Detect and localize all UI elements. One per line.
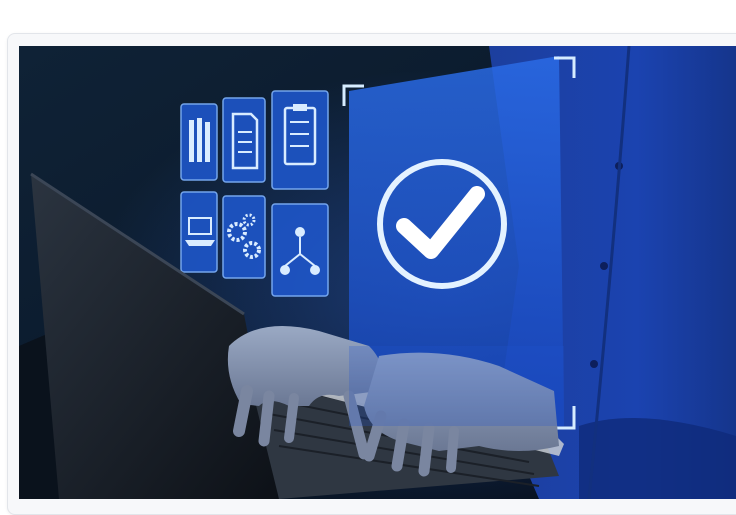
hero-illustration bbox=[19, 46, 736, 499]
gears-icon bbox=[222, 195, 266, 279]
books-icon bbox=[180, 103, 218, 181]
hero-photo bbox=[19, 46, 736, 499]
laptop-icon bbox=[180, 191, 218, 273]
document-icon bbox=[222, 97, 266, 183]
checklist-icon bbox=[271, 90, 329, 190]
network-icon bbox=[271, 203, 329, 297]
